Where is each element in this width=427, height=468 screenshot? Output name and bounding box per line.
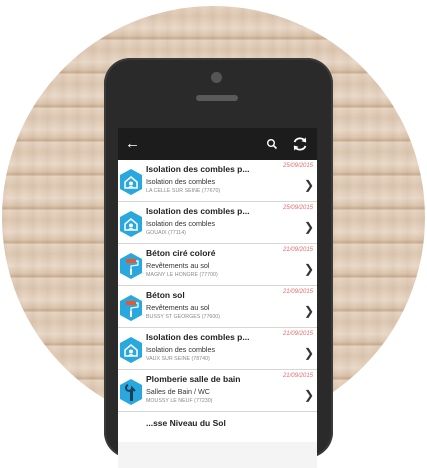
list-item-date: 21/09/2015 (282, 373, 313, 379)
wrench-icon (120, 379, 142, 405)
speaker-slot (196, 95, 238, 101)
list-item-title: Isolation des combles p... (146, 332, 250, 342)
list-item-location: VAUX SUR SEINE (78740) (146, 356, 210, 362)
list-item-category: Isolation des combles (146, 219, 216, 228)
chevron-right-icon[interactable]: ❯ (304, 389, 314, 401)
list-item-title: ...sse Niveau du Sol (146, 418, 226, 428)
list-item-date: 25/09/2015 (282, 205, 313, 211)
chevron-right-icon[interactable]: ❯ (304, 263, 314, 275)
list-item[interactable]: Béton ciré coloré Revêtements au sol MAG… (118, 244, 317, 286)
list-item-date: 21/09/2015 (282, 331, 313, 337)
app-bar: ← (118, 128, 317, 160)
list-item-date: 21/09/2015 (282, 247, 313, 253)
paint-roller-icon (120, 253, 142, 279)
chevron-right-icon[interactable]: ❯ (304, 221, 314, 233)
list-item-location: GOUAIX (77114) (146, 230, 186, 236)
list-item-location: LA CELLE SUR SEINE (77670) (146, 188, 221, 194)
list-item-location: BUSSY ST GEORGES (77600) (146, 314, 220, 320)
list-item-category: Isolation des combles (146, 177, 216, 186)
list-item-category: Salles de Bain / WC (146, 387, 210, 396)
camera-dot (211, 72, 222, 83)
list-item[interactable]: Isolation des combles p... Isolation des… (118, 328, 317, 370)
chevron-right-icon[interactable]: ❯ (304, 347, 314, 359)
list-item-title: Béton ciré coloré (146, 248, 216, 258)
list-item-title: Isolation des combles p... (146, 164, 250, 174)
list-item-location: MOUSSY LE NEUF (77230) (146, 398, 213, 404)
list-item-date: 21/09/2015 (282, 289, 313, 295)
chevron-right-icon[interactable]: ❯ (304, 179, 314, 191)
list-item-category: Isolation des combles (146, 345, 216, 354)
list-item-category: Revêtements au sol (146, 261, 210, 270)
list-item-title: Plomberie salle de bain (146, 374, 241, 384)
chevron-right-icon[interactable]: ❯ (304, 305, 314, 317)
paint-roller-icon (120, 295, 142, 321)
list-item-title: Béton sol (146, 290, 185, 300)
phone-screen: ← Isolation des combles p... Isolation d… (118, 128, 317, 468)
house-insulation-icon (120, 337, 142, 363)
list-item-date: 25/09/2015 (282, 163, 313, 169)
phone-frame: ← Isolation des combles p... Isolation d… (104, 58, 333, 468)
house-insulation-icon (120, 211, 142, 237)
house-insulation-icon (120, 169, 142, 195)
arrow-left-icon[interactable]: ← (125, 134, 140, 154)
list-item-title: Isolation des combles p... (146, 206, 250, 216)
list-item-partial[interactable]: ...sse Niveau du Sol (118, 412, 317, 442)
list-item-category: Revêtements au sol (146, 303, 210, 312)
list-item[interactable]: Isolation des combles p... Isolation des… (118, 202, 317, 244)
list-item-location: MAGNY LE HONGRE (77700) (146, 272, 218, 278)
search-icon[interactable] (266, 135, 278, 153)
list-item[interactable]: Plomberie salle de bain Salles de Bain /… (118, 370, 317, 412)
list-item[interactable]: Béton sol Revêtements au sol BUSSY ST GE… (118, 286, 317, 328)
project-list: Isolation des combles p... Isolation des… (118, 160, 317, 412)
refresh-icon[interactable] (290, 134, 310, 154)
list-item[interactable]: Isolation des combles p... Isolation des… (118, 160, 317, 202)
